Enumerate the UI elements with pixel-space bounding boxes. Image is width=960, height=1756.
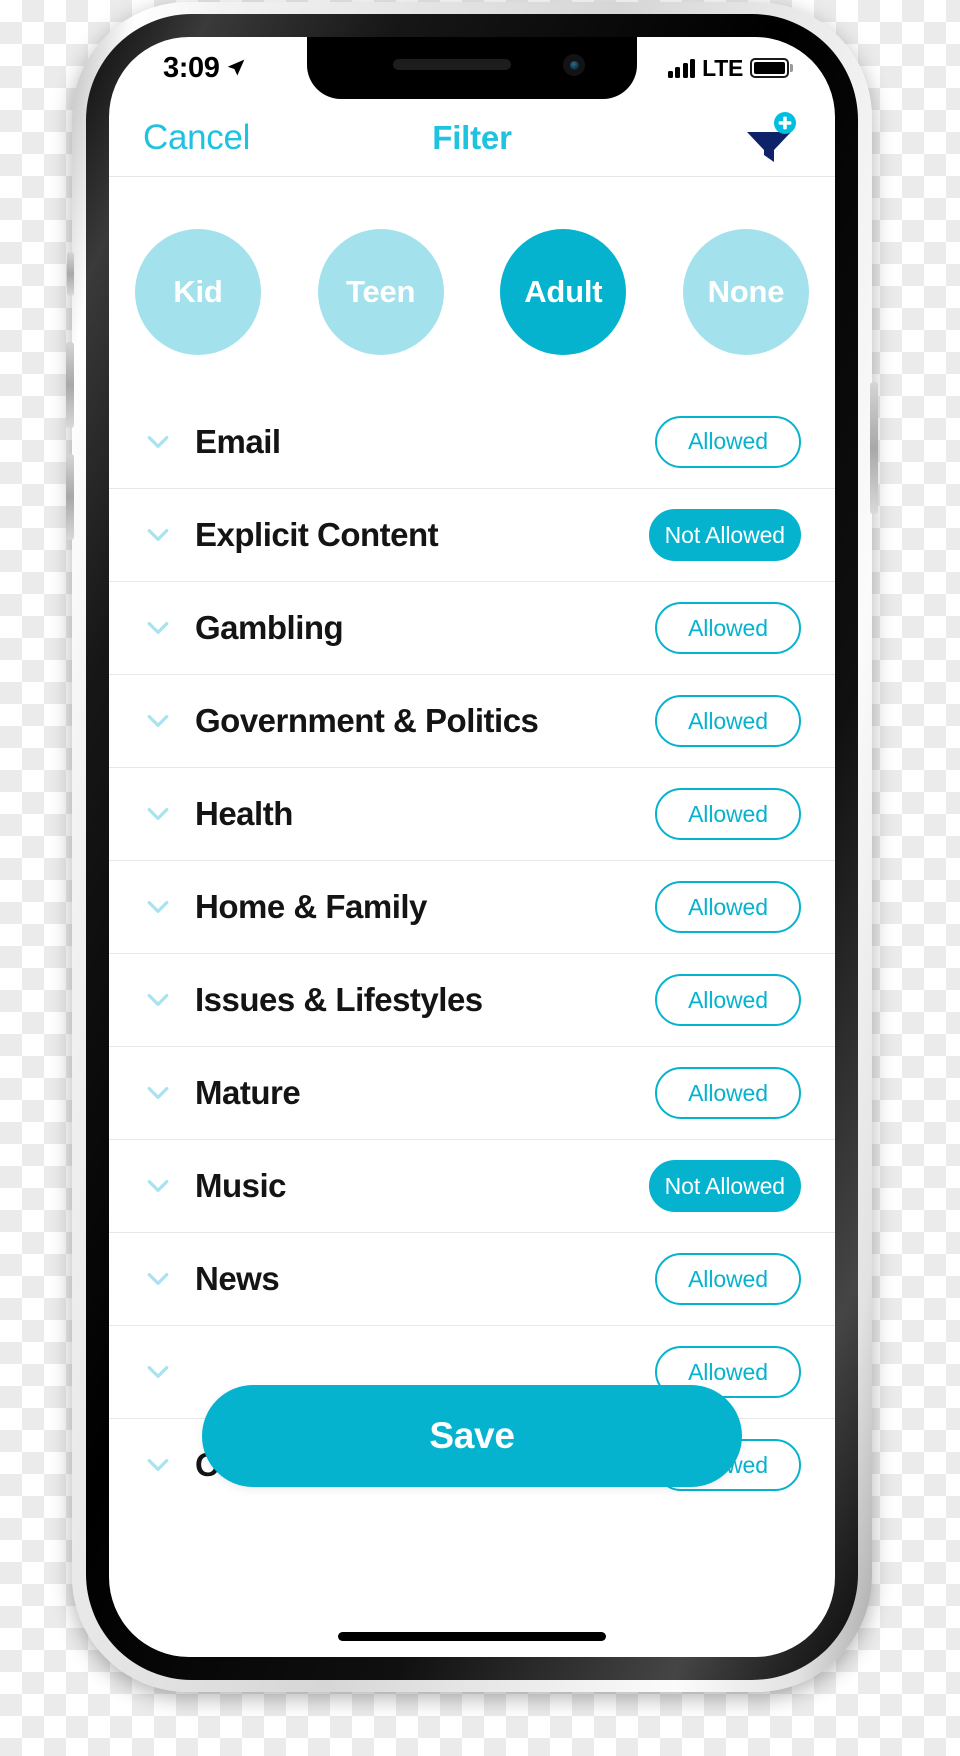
category-label: Issues & Lifestyles: [195, 981, 483, 1018]
table-row[interactable]: News Allowed: [109, 1232, 835, 1325]
cancel-button[interactable]: Cancel: [143, 118, 250, 158]
chevron-down-icon[interactable]: [143, 1357, 173, 1387]
status-bar-left: 3:09: [163, 52, 246, 85]
age-circle-none[interactable]: None: [682, 229, 809, 355]
network-type-label: LTE: [702, 54, 743, 81]
status-badge[interactable]: Allowed: [655, 602, 801, 654]
age-circle-kid[interactable]: Kid: [135, 229, 261, 355]
chevron-down-icon[interactable]: [143, 706, 173, 736]
chevron-down-icon[interactable]: [143, 427, 173, 457]
volume-up-button[interactable]: [66, 342, 74, 428]
category-label: Mature: [195, 1074, 301, 1111]
status-badge[interactable]: Allowed: [655, 1067, 801, 1119]
cellular-signal-icon: [667, 58, 696, 78]
age-group-selector: Kid Teen Adult None: [109, 177, 835, 395]
battery-full-icon: [750, 58, 789, 78]
status-bar: 3:09 LTE: [109, 37, 835, 99]
chevron-down-icon[interactable]: [143, 1078, 173, 1108]
phone-screen: 3:09 LTE Cancel Filter Kid Teen Adult No…: [109, 37, 835, 1657]
age-circle-teen[interactable]: Teen: [317, 229, 444, 355]
chevron-down-icon[interactable]: [143, 985, 173, 1015]
status-badge[interactable]: Not Allowed: [648, 1160, 801, 1212]
phone-mockup: 3:09 LTE Cancel Filter Kid Teen Adult No…: [66, 2, 878, 1692]
table-row[interactable]: Explicit Content Not Allowed: [109, 488, 835, 581]
chevron-down-icon[interactable]: [143, 1264, 173, 1294]
table-row[interactable]: Mature Allowed: [109, 1046, 835, 1139]
home-indicator[interactable]: [338, 1632, 606, 1641]
save-button[interactable]: Save: [202, 1385, 742, 1487]
category-label: Music: [195, 1167, 287, 1204]
location-arrow-icon: [228, 59, 245, 76]
table-row[interactable]: Health Allowed: [109, 767, 835, 860]
status-badge[interactable]: Allowed: [655, 1253, 801, 1305]
status-badge[interactable]: Allowed: [655, 415, 801, 468]
chevron-down-icon[interactable]: [143, 613, 173, 643]
chevron-down-icon[interactable]: [143, 892, 173, 922]
category-list: Email Allowed Explicit Content Not Allow…: [109, 395, 835, 1511]
status-bar-right: LTE: [667, 54, 789, 82]
status-badge[interactable]: Allowed: [655, 974, 801, 1026]
category-label: Home & Family: [195, 888, 427, 925]
table-row[interactable]: Home & Family Allowed: [109, 860, 835, 953]
status-bar-time: 3:09: [163, 51, 220, 84]
funnel-add-icon[interactable]: [741, 110, 797, 166]
category-label: Email: [195, 422, 281, 460]
category-label: Government & Politics: [195, 702, 539, 739]
volume-down-button[interactable]: [66, 454, 74, 540]
age-circle-adult[interactable]: Adult: [500, 229, 627, 355]
table-row[interactable]: Issues & Lifestyles Allowed: [109, 953, 835, 1046]
navigation-bar: Cancel Filter: [109, 99, 835, 177]
chevron-down-icon[interactable]: [143, 1450, 173, 1480]
power-button[interactable]: [870, 382, 878, 514]
table-row[interactable]: Email Allowed: [109, 395, 835, 488]
category-label: Explicit Content: [195, 516, 439, 553]
category-label: Health: [195, 795, 293, 832]
status-badge[interactable]: Not Allowed: [648, 509, 801, 561]
chevron-down-icon[interactable]: [143, 520, 173, 550]
table-row[interactable]: Music Not Allowed: [109, 1139, 835, 1232]
category-label: Gambling: [195, 609, 344, 646]
status-badge[interactable]: Allowed: [655, 881, 801, 933]
table-row[interactable]: Gambling Allowed: [109, 581, 835, 674]
category-label: News: [195, 1260, 280, 1297]
status-badge[interactable]: Allowed: [655, 788, 801, 840]
status-badge[interactable]: Allowed: [655, 695, 801, 747]
chevron-down-icon[interactable]: [143, 1171, 173, 1201]
chevron-down-icon[interactable]: [143, 799, 173, 829]
table-row[interactable]: Government & Politics Allowed: [109, 674, 835, 767]
silent-switch[interactable]: [67, 252, 74, 296]
